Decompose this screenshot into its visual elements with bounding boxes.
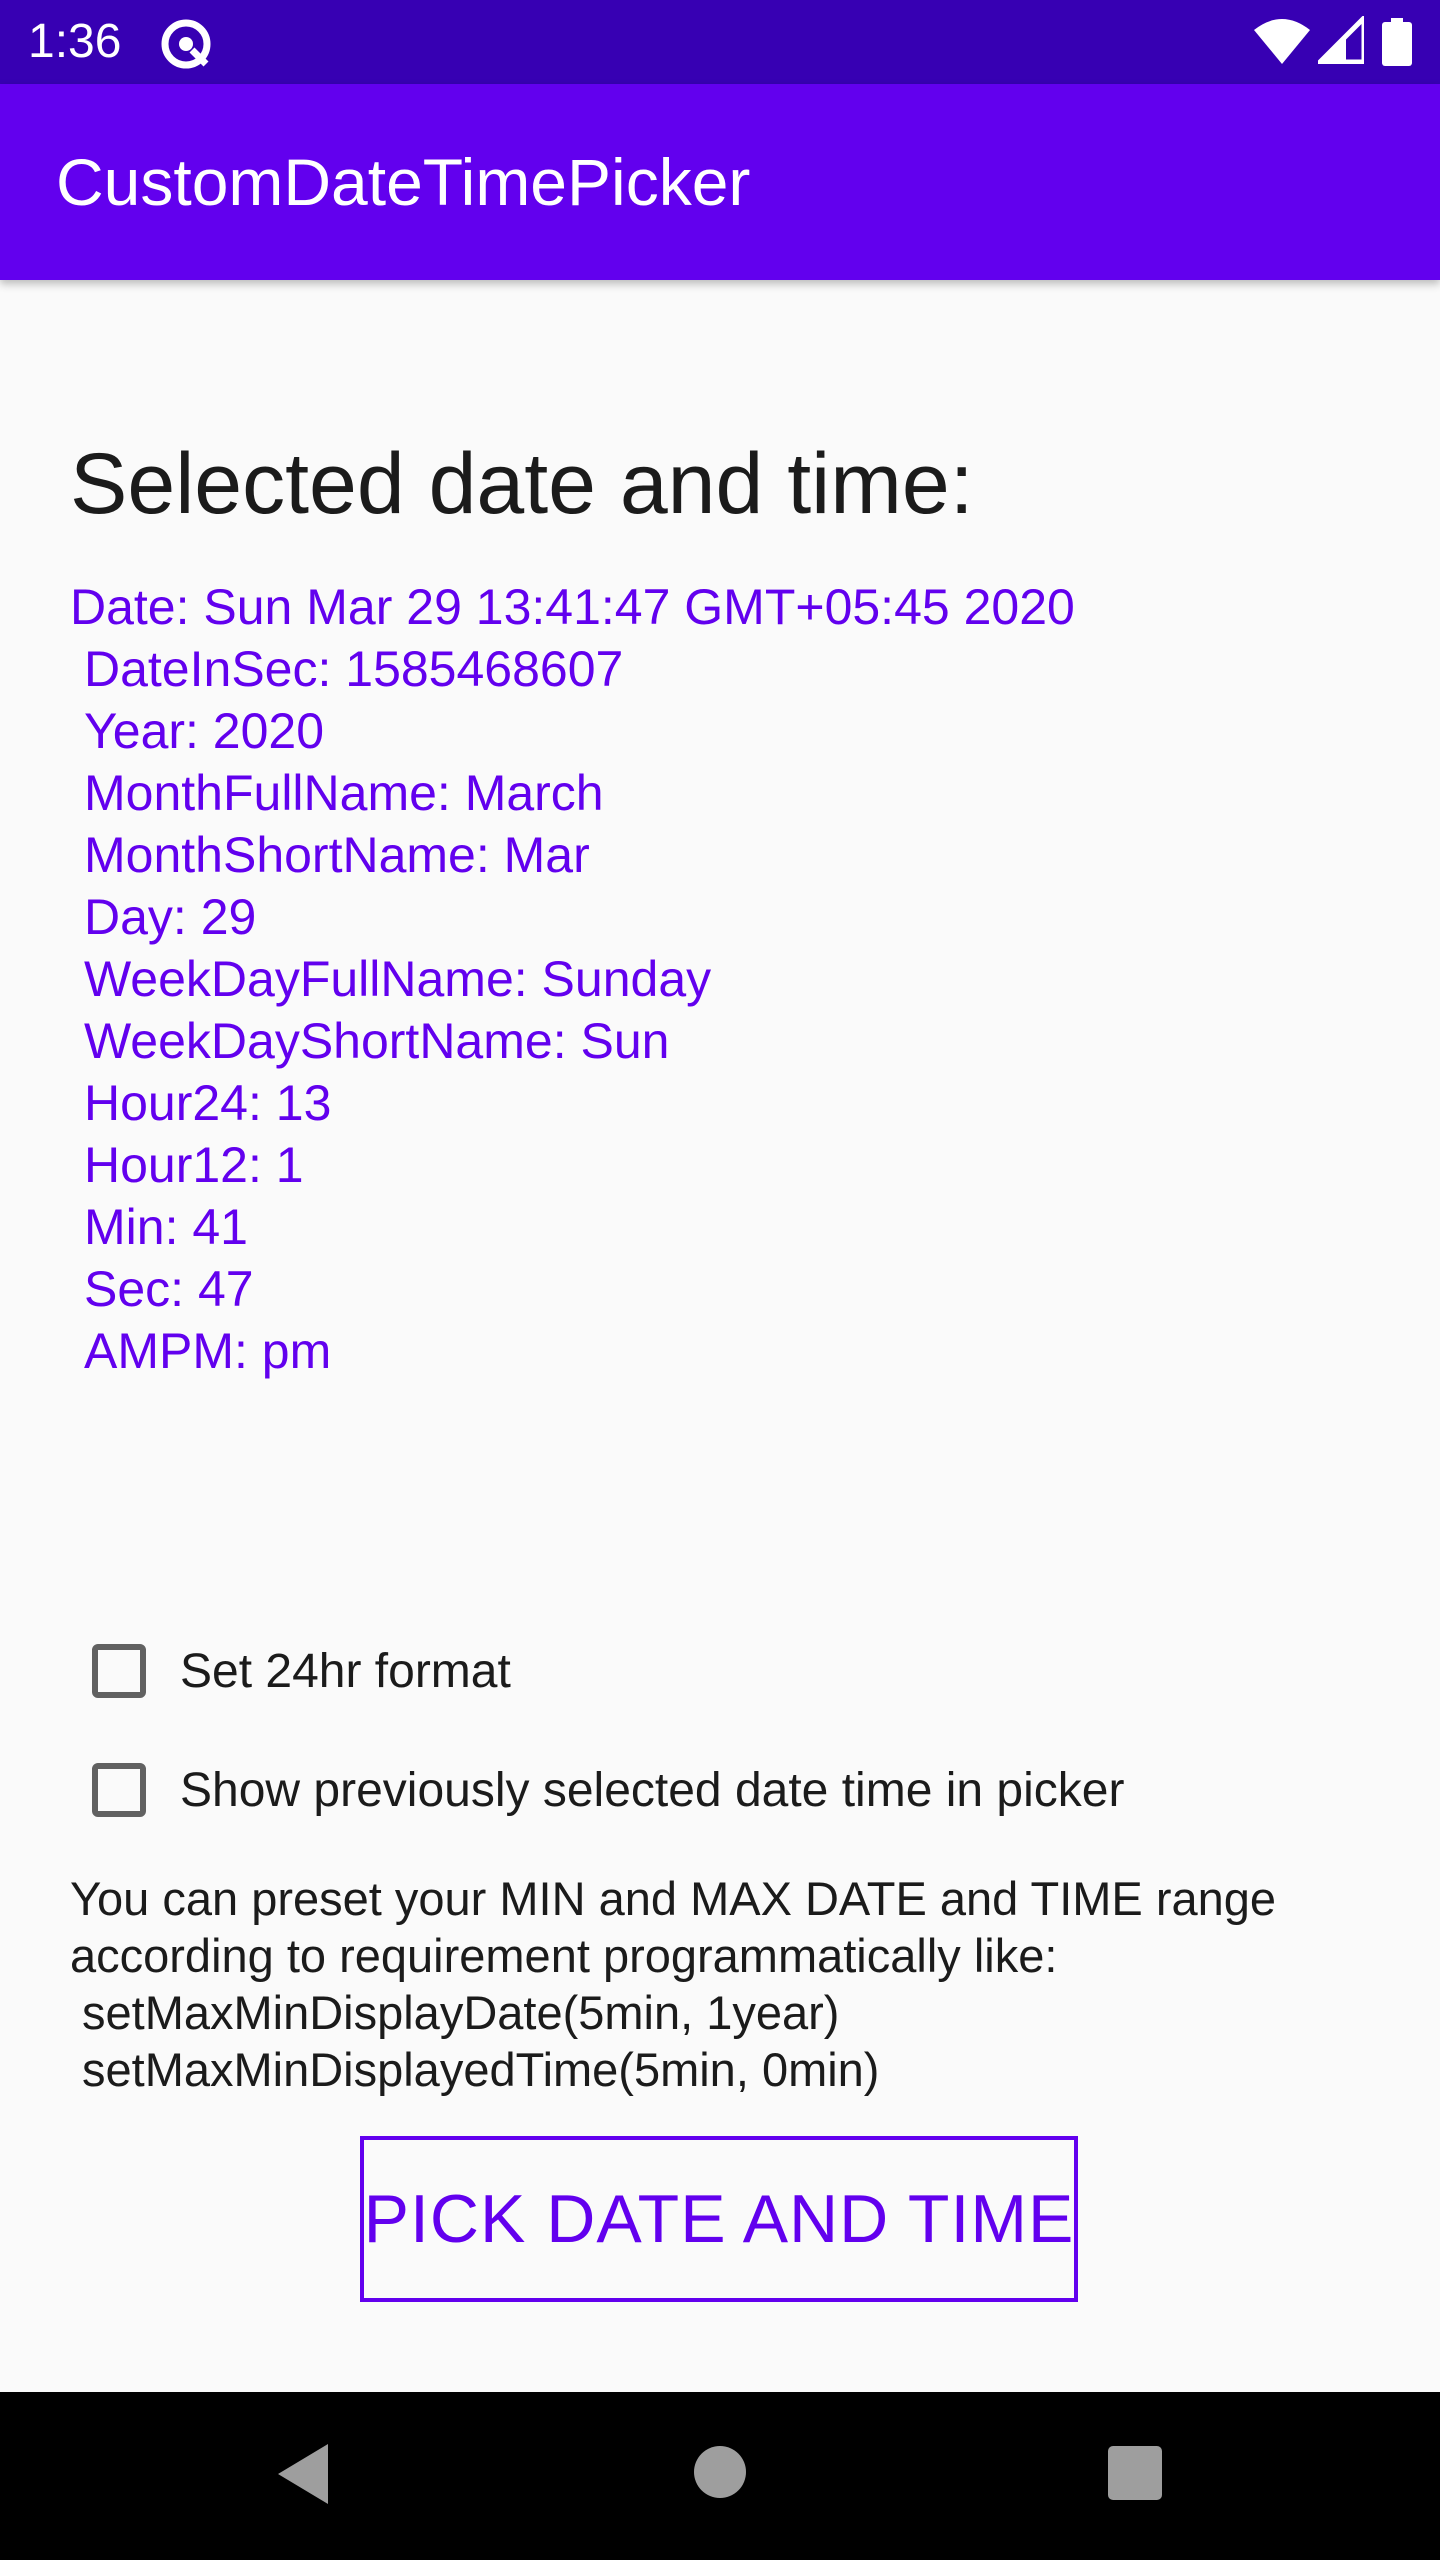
checkbox-show-previous-box[interactable] xyxy=(92,1763,146,1817)
status-time: 1:36 xyxy=(28,15,122,68)
checkbox-show-previous[interactable]: Show previously selected date time in pi… xyxy=(92,1755,1124,1825)
detail-month-full-name: MonthFullName: March xyxy=(84,765,604,821)
status-bar: 1:36 xyxy=(0,0,1440,84)
checkbox-show-previous-label[interactable]: Show previously selected date time in pi… xyxy=(180,1763,1124,1818)
info-line: You can preset your MIN and MAX DATE and… xyxy=(70,1872,1277,1925)
detail-date-in-sec: DateInSec: 1585468607 xyxy=(84,641,624,697)
range-info-text: You can preset your MIN and MAX DATE and… xyxy=(70,1870,1276,2098)
navigation-bar xyxy=(0,2392,1440,2560)
cell-signal-icon xyxy=(1318,16,1364,64)
home-icon[interactable] xyxy=(694,2446,746,2498)
back-icon[interactable] xyxy=(274,2442,330,2506)
checkbox-24hr-format[interactable]: Set 24hr format xyxy=(92,1636,511,1706)
detail-min: Min: 41 xyxy=(84,1199,248,1255)
detail-day: Day: 29 xyxy=(84,889,257,945)
info-line: setMaxMinDisplayedTime(5min, 0min) xyxy=(82,2043,880,2096)
info-line: according to requirement programmaticall… xyxy=(70,1929,1058,1982)
checkbox-24hr-label[interactable]: Set 24hr format xyxy=(180,1644,511,1699)
selected-heading: Selected date and time: xyxy=(70,436,974,532)
detail-date: Date: Sun Mar 29 13:41:47 GMT+05:45 2020 xyxy=(70,579,1075,635)
detail-month-short-name: MonthShortName: Mar xyxy=(84,827,590,883)
recents-icon[interactable] xyxy=(1108,2446,1162,2500)
checkbox-24hr-box[interactable] xyxy=(92,1644,146,1698)
pick-date-time-button[interactable]: PICK DATE AND TIME xyxy=(360,2136,1078,2302)
app-title: CustomDateTimePicker xyxy=(56,145,751,219)
wifi-icon xyxy=(1254,19,1310,64)
app-notification-icon xyxy=(161,19,211,69)
detail-hour12: Hour12: 1 xyxy=(84,1137,304,1193)
detail-year: Year: 2020 xyxy=(84,703,325,759)
detail-weekday-full-name: WeekDayFullName: Sunday xyxy=(84,951,712,1007)
info-line: setMaxMinDisplayDate(5min, 1year) xyxy=(82,1986,840,2039)
battery-icon xyxy=(1382,18,1412,66)
detail-hour24: Hour24: 13 xyxy=(84,1075,332,1131)
detail-sec: Sec: 47 xyxy=(84,1261,254,1317)
selected-details: Date: Sun Mar 29 13:41:47 GMT+05:45 2020… xyxy=(70,576,1075,1382)
detail-weekday-short-name: WeekDayShortName: Sun xyxy=(84,1013,670,1069)
detail-ampm: AMPM: pm xyxy=(84,1323,332,1379)
app-bar: CustomDateTimePicker xyxy=(0,84,1440,280)
